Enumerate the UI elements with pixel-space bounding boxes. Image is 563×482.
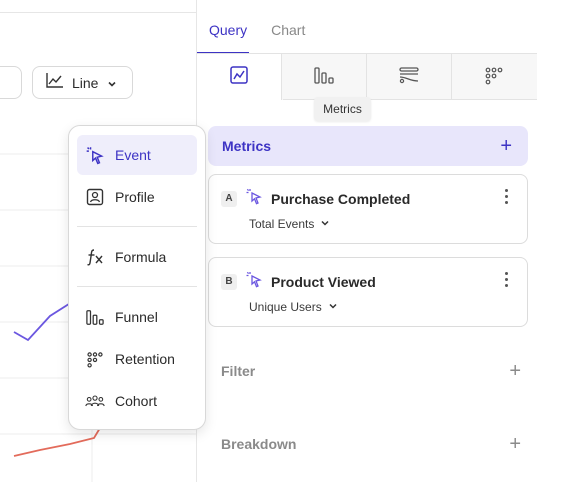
aggregation-select[interactable]: Total Events — [249, 217, 330, 231]
event-cursor-icon — [85, 145, 105, 165]
metrics-title: Metrics — [222, 138, 272, 154]
retention-dots-icon — [483, 65, 505, 90]
menu-item-label: Event — [115, 147, 151, 163]
funnel-bars-icon — [313, 65, 335, 90]
metric-badge: B — [221, 273, 237, 290]
metric-name: Purchase Completed — [271, 190, 411, 207]
event-cursor-icon — [245, 187, 263, 210]
series-red-line — [13, 427, 101, 457]
menu-divider — [77, 226, 197, 227]
date-range-button[interactable] — [0, 66, 22, 99]
metric-card-a[interactable]: A Purchase Completed Total Events — [208, 174, 528, 244]
menu-item-label: Profile — [115, 189, 155, 205]
funnels-view-button[interactable] — [282, 54, 367, 100]
menu-item-label: Cohort — [115, 393, 158, 409]
retention-dots-icon — [85, 349, 105, 369]
menu-item-profile[interactable]: Profile — [77, 177, 197, 217]
metrics-section-header: Metrics + — [208, 126, 528, 166]
series-purple-line — [13, 301, 73, 342]
tab-query[interactable]: Query — [197, 12, 259, 54]
add-filter-button[interactable]: + — [509, 361, 521, 381]
chevron-down-icon — [328, 300, 338, 314]
profile-card-icon — [85, 187, 105, 207]
funnel-bars-icon — [85, 307, 105, 327]
more-options-icon[interactable] — [505, 189, 509, 205]
aggregation-label: Total Events — [249, 217, 315, 231]
filter-title: Filter — [221, 363, 256, 379]
metric-name: Product Viewed — [271, 273, 376, 290]
tab-chart[interactable]: Chart — [259, 12, 317, 54]
query-panel: Query Chart Metrics Metrics + A Purchase… — [197, 0, 563, 482]
aggregation-label: Unique Users — [249, 300, 322, 314]
menu-item-event[interactable]: Event — [77, 135, 197, 175]
line-chart-icon — [46, 72, 64, 93]
add-metric-button[interactable]: + — [500, 136, 512, 156]
menu-item-label: Funnel — [115, 309, 158, 325]
add-breakdown-button[interactable]: + — [509, 434, 521, 454]
aggregation-select[interactable]: Unique Users — [249, 300, 338, 314]
more-options-icon[interactable] — [505, 272, 509, 288]
flows-view-button[interactable] — [367, 54, 452, 100]
breakdown-title: Breakdown — [221, 436, 297, 452]
metric-card-b[interactable]: B Product Viewed Unique Users — [208, 257, 528, 327]
chart-type-select[interactable]: Line — [32, 66, 133, 99]
menu-item-label: Formula — [115, 249, 167, 265]
menu-item-formula[interactable]: Formula — [77, 237, 197, 277]
menu-item-retention[interactable]: Retention — [77, 339, 197, 379]
metric-badge: A — [221, 190, 237, 207]
chevron-down-icon — [320, 217, 330, 231]
menu-item-cohort[interactable]: Cohort — [77, 381, 197, 421]
insights-view-button[interactable] — [197, 54, 282, 100]
cohort-people-icon — [85, 391, 105, 411]
report-type-bar — [197, 54, 537, 100]
menu-divider — [77, 286, 197, 287]
retention-view-button[interactable] — [452, 54, 537, 100]
chart-top-divider — [0, 12, 196, 13]
formula-fx-icon — [85, 247, 105, 267]
metrics-tooltip: Metrics — [314, 97, 371, 121]
flows-icon — [398, 65, 420, 90]
event-cursor-icon — [245, 270, 263, 293]
chart-type-label: Line — [72, 74, 99, 91]
add-metric-menu: Event Profile Formula Funnel Retention C… — [68, 125, 206, 430]
breakdown-section: Breakdown + — [221, 434, 521, 454]
filter-section: Filter + — [221, 361, 521, 381]
panel-tabs: Query Chart — [197, 12, 317, 54]
menu-item-label: Retention — [115, 351, 175, 367]
chevron-down-icon — [106, 77, 118, 89]
menu-item-funnel[interactable]: Funnel — [77, 297, 197, 337]
line-chart-icon — [229, 65, 249, 90]
